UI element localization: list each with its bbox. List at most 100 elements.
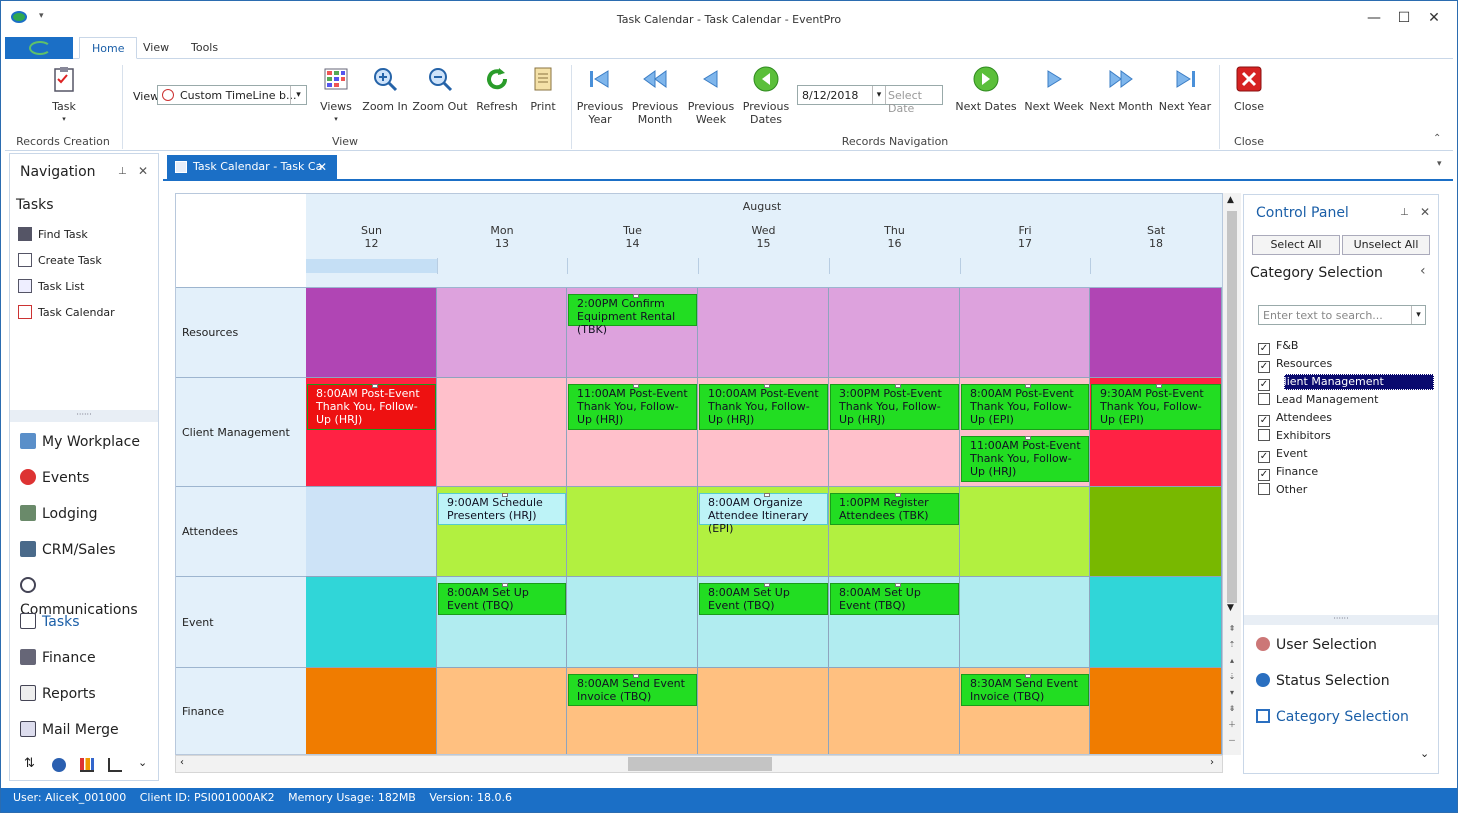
category-checkbox-item[interactable]: Exhibitors <box>1258 427 1438 445</box>
appointment-handle[interactable] <box>1025 436 1031 440</box>
appointment[interactable]: 3:00PM Post-Event Thank You, Follow-Up (… <box>830 384 959 430</box>
previous-month-button[interactable]: Previous Month <box>629 65 681 126</box>
checkbox-checked[interactable]: ✓ <box>1258 415 1270 427</box>
time-slot-cell[interactable] <box>306 577 437 668</box>
user-selection-link[interactable]: User Selection <box>1256 637 1377 653</box>
navigator-buttons[interactable]: ⇞ ⇡ ▴ ⇣ ▾ ⇟ ＋－ <box>1225 621 1239 749</box>
checkbox-checked[interactable]: ✓ <box>1258 469 1270 481</box>
category-checkbox-item[interactable]: ✓ Attendees <box>1258 409 1438 427</box>
nav-tasks[interactable]: Tasks <box>20 610 80 634</box>
time-slot-cell[interactable] <box>960 487 1090 577</box>
date-picker[interactable]: 8/12/2018 ▾ Select Date <box>797 85 943 115</box>
refresh-button[interactable]: Refresh <box>473 65 521 113</box>
time-slot-cell[interactable] <box>437 378 567 487</box>
vertical-scrollbar[interactable]: ▲ ▼ ⇞ ⇡ ▴ ⇣ ▾ ⇟ ＋－ <box>1223 193 1241 755</box>
nav-reports[interactable]: Reports <box>20 682 96 706</box>
category-checkbox-item[interactable]: ✓ Finance <box>1258 463 1438 481</box>
time-slot-cell[interactable] <box>567 577 698 668</box>
tab-tools[interactable]: Tools <box>179 37 230 59</box>
checkbox-unchecked[interactable] <box>1258 429 1270 441</box>
checkbox-checked[interactable]: ✓ <box>1258 451 1270 463</box>
appointment-handle[interactable] <box>632 384 639 388</box>
category-checkbox-item[interactable]: ✓ Resources <box>1258 355 1438 373</box>
splitter-handle[interactable]: ······ <box>10 410 158 422</box>
minimize-icon[interactable]: — <box>1359 7 1389 29</box>
checkbox-checked[interactable]: ✓ <box>1258 361 1270 373</box>
task-list-link[interactable]: Task List <box>18 278 84 296</box>
tab-overflow-icon[interactable]: ▾ <box>1437 159 1442 169</box>
globe-icon[interactable] <box>52 758 66 772</box>
tab-view[interactable]: View <box>131 37 181 59</box>
appointment-handle[interactable] <box>632 674 639 678</box>
checkbox-checked[interactable]: ✓ <box>1258 379 1270 391</box>
category-checkbox-item[interactable]: Other <box>1258 481 1438 499</box>
collapse-category-icon[interactable]: ‹ <box>1420 263 1426 279</box>
appointment[interactable]: 8:00AM Set Up Event (TBQ) <box>830 583 959 615</box>
appointment-handle[interactable] <box>1156 384 1162 388</box>
close-tab-icon[interactable]: ✕ <box>317 155 327 179</box>
time-slot-cell[interactable] <box>1090 487 1222 577</box>
chevron-down-icon[interactable]: ▾ <box>290 86 306 104</box>
collapse-ribbon-icon[interactable]: ⌃ <box>1433 133 1441 144</box>
time-slot-cell[interactable] <box>960 577 1090 668</box>
chevron-down-icon[interactable]: ⌄ <box>1420 747 1429 760</box>
category-checkbox-item[interactable]: ✓ F&B <box>1258 337 1438 355</box>
appointment-handle[interactable] <box>894 493 901 497</box>
zoom-out-button[interactable]: Zoom Out <box>411 65 469 113</box>
close-panel-icon[interactable]: ✕ <box>1420 205 1430 219</box>
time-slot-cell[interactable] <box>829 668 960 754</box>
appointment[interactable]: 8:00AM Set Up Event (TBQ) <box>699 583 828 615</box>
h-scroll-thumb[interactable] <box>628 757 772 771</box>
time-slot-cell[interactable] <box>1090 577 1222 668</box>
checkbox-unchecked[interactable] <box>1258 393 1270 405</box>
document-tab[interactable]: Task Calendar - Task Ca ✕ <box>167 155 337 179</box>
appointment-handle[interactable] <box>502 493 508 497</box>
scroll-up-icon[interactable]: ▲ <box>1227 195 1234 205</box>
next-month-button[interactable]: Next Month <box>1089 65 1153 113</box>
tab-home[interactable]: Home <box>79 37 138 59</box>
checkbox-checked[interactable]: ✓ <box>1258 343 1270 355</box>
pin-icon[interactable]: ⊥ <box>1400 207 1409 218</box>
category-selection-link[interactable]: Category Selection <box>1256 709 1409 725</box>
time-slot-cell[interactable] <box>306 668 437 754</box>
horizontal-scrollbar[interactable]: ‹ › <box>175 755 1223 773</box>
appointment[interactable]: 8:00AM Send Event Invoice (TBQ) <box>568 674 697 706</box>
nav-finance[interactable]: Finance <box>20 646 96 670</box>
previous-week-button[interactable]: Previous Week <box>685 65 737 126</box>
time-slot-cell[interactable] <box>306 487 437 577</box>
appointment-handle[interactable] <box>763 384 770 388</box>
arrows-icon[interactable]: ⇅ <box>24 756 35 771</box>
appointment-handle[interactable] <box>1025 384 1031 388</box>
time-slot-cell[interactable] <box>960 288 1090 378</box>
appointment[interactable]: 2:00PM Confirm Equipment Rental (TBK) <box>568 294 697 336</box>
appointment-handle[interactable] <box>632 294 639 298</box>
task-button[interactable]: Task ▾ <box>43 65 85 126</box>
time-slot-cell[interactable] <box>829 288 960 378</box>
scroll-left-icon[interactable]: ‹ <box>180 757 184 768</box>
zoom-in-button[interactable]: Zoom In <box>361 65 409 113</box>
appointment[interactable]: 11:00AM Post-Event Thank You, Follow-Up … <box>961 436 1089 482</box>
next-dates-button[interactable]: Next Dates <box>955 65 1017 113</box>
time-slot-cell[interactable] <box>306 288 437 378</box>
task-calendar-link[interactable]: Task Calendar <box>18 304 115 322</box>
maximize-icon[interactable]: ☐ <box>1389 7 1419 29</box>
appointment[interactable]: 8:00AM Set Up Event (TBQ) <box>438 583 566 615</box>
scroll-thumb[interactable] <box>1227 211 1237 603</box>
time-slot-cell[interactable] <box>437 288 567 378</box>
appointment[interactable]: 9:00AM Schedule Presenters (HRJ) <box>438 493 566 525</box>
scroll-right-icon[interactable]: › <box>1210 757 1214 768</box>
next-week-button[interactable]: Next Week <box>1023 65 1085 113</box>
scroll-down-icon[interactable]: ▼ <box>1227 603 1234 613</box>
status-selection-link[interactable]: Status Selection <box>1256 673 1390 689</box>
time-slot-cell[interactable] <box>698 288 829 378</box>
pin-icon[interactable]: ⊥ <box>118 166 127 177</box>
appointment-handle[interactable] <box>502 583 508 587</box>
find-task-link[interactable]: Find Task <box>18 226 88 244</box>
appointment[interactable]: 10:00AM Post-Event Thank You, Follow-Up … <box>699 384 828 430</box>
line-chart-icon[interactable] <box>108 758 122 772</box>
category-search-input[interactable]: Enter text to search... ▾ <box>1258 305 1426 325</box>
bar-chart-icon[interactable] <box>80 758 94 772</box>
time-slot-cell[interactable] <box>1090 668 1222 754</box>
appointment[interactable]: 9:30AM Post-Event Thank You, Follow-Up (… <box>1091 384 1221 430</box>
select-date-button[interactable]: Select Date <box>888 89 942 115</box>
